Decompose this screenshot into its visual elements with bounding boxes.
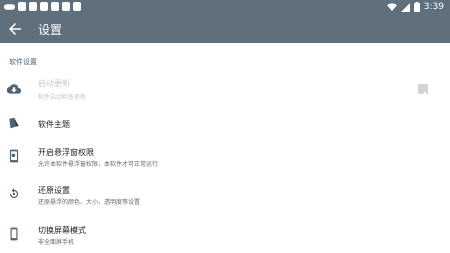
check-icon [419, 91, 427, 97]
cloud-download-icon [7, 84, 21, 94]
notification-icons [4, 2, 81, 12]
setting-theme[interactable]: 软件主题 [0, 110, 450, 136]
status-bar: 3:39 [0, 0, 450, 14]
notification-icon [51, 2, 59, 11]
section-title: 软件设置 [9, 58, 37, 66]
palette-icon [9, 117, 19, 129]
setting-restore[interactable]: 还原设置 还原悬浮的颜色、大小、透明度等设置 [0, 178, 450, 210]
notification-icon [73, 2, 81, 11]
gamepad-icon [4, 4, 15, 10]
auto-update-checkbox[interactable] [418, 84, 428, 97]
setting-subtitle: 允许本软件悬浮窗权限，本软件才可正常运行 [38, 161, 159, 168]
notification-icon [62, 2, 70, 11]
setting-title: 切换屏幕模式 [38, 226, 86, 235]
notification-icon [29, 2, 37, 11]
signal-icon [400, 2, 410, 12]
setting-subtitle: 非全面屏手机 [38, 239, 75, 246]
status-right: 3:39 [386, 1, 444, 13]
setting-title: 开启悬浮窗权限 [38, 148, 94, 157]
status-time: 3:39 [423, 2, 444, 12]
setting-subtitle: 软件启动检查更新 [38, 94, 87, 101]
floating-window-icon [9, 149, 19, 163]
setting-auto-update[interactable]: 启动更新 软件启动检查更新 [0, 72, 450, 106]
notification-icon [18, 2, 26, 11]
back-arrow-icon[interactable] [6, 20, 24, 38]
notification-icon [40, 2, 48, 11]
setting-floating-window[interactable]: 开启悬浮窗权限 允许本软件悬浮窗权限，本软件才可正常运行 [0, 140, 450, 172]
phone-icon [10, 227, 18, 241]
battery-icon [413, 2, 420, 12]
setting-title: 软件主题 [38, 120, 70, 129]
restore-icon [9, 188, 19, 199]
app-bar: 设置 [0, 14, 450, 43]
setting-screen-mode[interactable]: 切换屏幕模式 非全面屏手机 [0, 218, 450, 250]
setting-title: 还原设置 [38, 186, 70, 195]
page-title: 设置 [38, 23, 63, 37]
setting-title: 启动更新 [38, 79, 70, 88]
setting-subtitle: 还原悬浮的颜色、大小、透明度等设置 [38, 199, 141, 206]
wifi-icon [386, 2, 397, 11]
